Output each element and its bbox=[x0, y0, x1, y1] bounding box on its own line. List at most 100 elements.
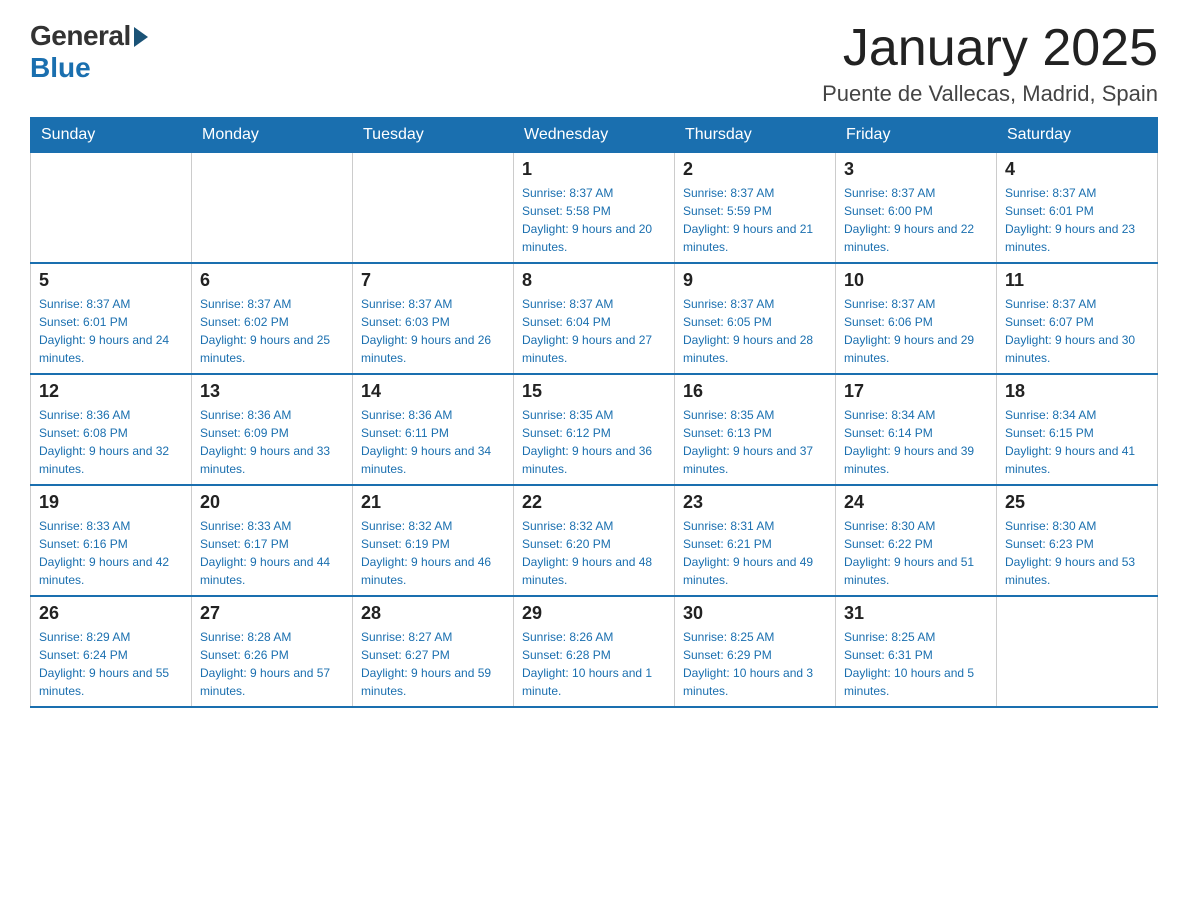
day-number: 11 bbox=[1005, 270, 1149, 291]
day-number: 12 bbox=[39, 381, 183, 402]
day-info: Sunrise: 8:37 AMSunset: 6:01 PMDaylight:… bbox=[1005, 184, 1149, 256]
calendar-header-sunday: Sunday bbox=[31, 118, 192, 153]
calendar-cell: 15 Sunrise: 8:35 AMSunset: 6:12 PMDayligh… bbox=[514, 374, 675, 485]
logo: General Blue bbox=[30, 20, 148, 84]
day-info: Sunrise: 8:33 AMSunset: 6:17 PMDaylight:… bbox=[200, 517, 344, 589]
calendar-cell: 9 Sunrise: 8:37 AMSunset: 6:05 PMDaylight… bbox=[675, 263, 836, 374]
calendar-week-row: 26Sunrise: 8:29 AMSunset: 6:24 PMDayligh… bbox=[31, 596, 1158, 707]
day-info: Sunrise: 8:35 AMSunset: 6:12 PMDaylight:… bbox=[522, 406, 666, 478]
day-info: Sunrise: 8:32 AMSunset: 6:20 PMDaylight:… bbox=[522, 517, 666, 589]
calendar-cell: 26Sunrise: 8:29 AMSunset: 6:24 PMDayligh… bbox=[31, 596, 192, 707]
day-info: Sunrise: 8:34 AMSunset: 6:15 PMDaylight:… bbox=[1005, 406, 1149, 478]
day-number: 25 bbox=[1005, 492, 1149, 513]
day-info: Sunrise: 8:37 AMSunset: 6:06 PMDaylight:… bbox=[844, 295, 988, 367]
day-info: Sunrise: 8:37 AMSunset: 6:07 PMDaylight:… bbox=[1005, 295, 1149, 367]
day-number: 27 bbox=[200, 603, 344, 624]
calendar-header-saturday: Saturday bbox=[997, 118, 1158, 153]
day-number: 15 bbox=[522, 381, 666, 402]
calendar-cell: 10Sunrise: 8:37 AMSunset: 6:06 PMDayligh… bbox=[836, 263, 997, 374]
day-info: Sunrise: 8:25 AMSunset: 6:29 PMDaylight:… bbox=[683, 628, 827, 700]
calendar-cell: 28 Sunrise: 8:27 AMSunset: 6:27 PMDayligh… bbox=[353, 596, 514, 707]
day-number: 9 bbox=[683, 270, 827, 291]
day-info: Sunrise: 8:30 AMSunset: 6:22 PMDaylight:… bbox=[844, 517, 988, 589]
day-number: 8 bbox=[522, 270, 666, 291]
calendar-cell: 17 Sunrise: 8:34 AMSunset: 6:14 PMDayligh… bbox=[836, 374, 997, 485]
calendar-cell: 14 Sunrise: 8:36 AMSunset: 6:11 PMDayligh… bbox=[353, 374, 514, 485]
day-info: Sunrise: 8:36 AMSunset: 6:08 PMDaylight:… bbox=[39, 406, 183, 478]
day-info: Sunrise: 8:34 AMSunset: 6:14 PMDaylight:… bbox=[844, 406, 988, 478]
day-info: Sunrise: 8:37 AMSunset: 5:58 PMDaylight:… bbox=[522, 184, 666, 256]
day-info: Sunrise: 8:33 AMSunset: 6:16 PMDaylight:… bbox=[39, 517, 183, 589]
logo-blue-text: Blue bbox=[30, 52, 91, 84]
calendar-week-row: 1 Sunrise: 8:37 AMSunset: 5:58 PMDaylight… bbox=[31, 153, 1158, 264]
calendar-header-wednesday: Wednesday bbox=[514, 118, 675, 153]
calendar-cell bbox=[353, 153, 514, 264]
calendar-cell: 11 Sunrise: 8:37 AMSunset: 6:07 PMDayligh… bbox=[997, 263, 1158, 374]
calendar-cell: 4 Sunrise: 8:37 AMSunset: 6:01 PMDaylight… bbox=[997, 153, 1158, 264]
calendar-week-row: 12 Sunrise: 8:36 AMSunset: 6:08 PMDayligh… bbox=[31, 374, 1158, 485]
day-info: Sunrise: 8:28 AMSunset: 6:26 PMDaylight:… bbox=[200, 628, 344, 700]
day-number: 17 bbox=[844, 381, 988, 402]
day-info: Sunrise: 8:37 AMSunset: 6:01 PMDaylight:… bbox=[39, 295, 183, 367]
day-info: Sunrise: 8:26 AMSunset: 6:28 PMDaylight:… bbox=[522, 628, 666, 700]
day-number: 22 bbox=[522, 492, 666, 513]
title-section: January 2025 Puente de Vallecas, Madrid,… bbox=[822, 20, 1158, 107]
calendar-cell bbox=[31, 153, 192, 264]
calendar-cell: 8 Sunrise: 8:37 AMSunset: 6:04 PMDaylight… bbox=[514, 263, 675, 374]
page-header: General Blue January 2025 Puente de Vall… bbox=[30, 20, 1158, 107]
calendar-week-row: 5 Sunrise: 8:37 AMSunset: 6:01 PMDaylight… bbox=[31, 263, 1158, 374]
logo-general-text: General bbox=[30, 20, 131, 52]
calendar-table: SundayMondayTuesdayWednesdayThursdayFrid… bbox=[30, 117, 1158, 708]
calendar-cell: 31Sunrise: 8:25 AMSunset: 6:31 PMDayligh… bbox=[836, 596, 997, 707]
day-info: Sunrise: 8:36 AMSunset: 6:11 PMDaylight:… bbox=[361, 406, 505, 478]
day-number: 6 bbox=[200, 270, 344, 291]
day-number: 21 bbox=[361, 492, 505, 513]
calendar-cell: 3 Sunrise: 8:37 AMSunset: 6:00 PMDaylight… bbox=[836, 153, 997, 264]
day-number: 29 bbox=[522, 603, 666, 624]
calendar-cell: 29 Sunrise: 8:26 AMSunset: 6:28 PMDayligh… bbox=[514, 596, 675, 707]
day-info: Sunrise: 8:31 AMSunset: 6:21 PMDaylight:… bbox=[683, 517, 827, 589]
calendar-header-monday: Monday bbox=[192, 118, 353, 153]
calendar-cell: 25Sunrise: 8:30 AMSunset: 6:23 PMDayligh… bbox=[997, 485, 1158, 596]
calendar-header-row: SundayMondayTuesdayWednesdayThursdayFrid… bbox=[31, 118, 1158, 153]
calendar-cell: 6Sunrise: 8:37 AMSunset: 6:02 PMDaylight… bbox=[192, 263, 353, 374]
calendar-cell: 16Sunrise: 8:35 AMSunset: 6:13 PMDayligh… bbox=[675, 374, 836, 485]
day-number: 28 bbox=[361, 603, 505, 624]
day-info: Sunrise: 8:25 AMSunset: 6:31 PMDaylight:… bbox=[844, 628, 988, 700]
day-number: 20 bbox=[200, 492, 344, 513]
day-number: 7 bbox=[361, 270, 505, 291]
calendar-header-thursday: Thursday bbox=[675, 118, 836, 153]
page-subtitle: Puente de Vallecas, Madrid, Spain bbox=[822, 81, 1158, 107]
calendar-header-friday: Friday bbox=[836, 118, 997, 153]
day-info: Sunrise: 8:37 AMSunset: 6:04 PMDaylight:… bbox=[522, 295, 666, 367]
day-info: Sunrise: 8:27 AMSunset: 6:27 PMDaylight:… bbox=[361, 628, 505, 700]
page-title: January 2025 bbox=[822, 20, 1158, 77]
day-number: 24 bbox=[844, 492, 988, 513]
day-info: Sunrise: 8:37 AMSunset: 6:03 PMDaylight:… bbox=[361, 295, 505, 367]
calendar-cell: 2 Sunrise: 8:37 AMSunset: 5:59 PMDaylight… bbox=[675, 153, 836, 264]
day-number: 4 bbox=[1005, 159, 1149, 180]
calendar-cell: 12 Sunrise: 8:36 AMSunset: 6:08 PMDayligh… bbox=[31, 374, 192, 485]
calendar-cell bbox=[997, 596, 1158, 707]
day-number: 19 bbox=[39, 492, 183, 513]
calendar-week-row: 19 Sunrise: 8:33 AMSunset: 6:16 PMDayligh… bbox=[31, 485, 1158, 596]
day-number: 3 bbox=[844, 159, 988, 180]
day-number: 18 bbox=[1005, 381, 1149, 402]
day-info: Sunrise: 8:32 AMSunset: 6:19 PMDaylight:… bbox=[361, 517, 505, 589]
day-number: 14 bbox=[361, 381, 505, 402]
calendar-cell: 13 Sunrise: 8:36 AMSunset: 6:09 PMDayligh… bbox=[192, 374, 353, 485]
calendar-cell: 18 Sunrise: 8:34 AMSunset: 6:15 PMDayligh… bbox=[997, 374, 1158, 485]
day-info: Sunrise: 8:37 AMSunset: 6:00 PMDaylight:… bbox=[844, 184, 988, 256]
day-number: 26 bbox=[39, 603, 183, 624]
calendar-cell: 21 Sunrise: 8:32 AMSunset: 6:19 PMDayligh… bbox=[353, 485, 514, 596]
day-number: 2 bbox=[683, 159, 827, 180]
day-number: 23 bbox=[683, 492, 827, 513]
day-number: 13 bbox=[200, 381, 344, 402]
day-number: 5 bbox=[39, 270, 183, 291]
day-info: Sunrise: 8:37 AMSunset: 5:59 PMDaylight:… bbox=[683, 184, 827, 256]
day-info: Sunrise: 8:37 AMSunset: 6:05 PMDaylight:… bbox=[683, 295, 827, 367]
day-number: 1 bbox=[522, 159, 666, 180]
calendar-cell: 27 Sunrise: 8:28 AMSunset: 6:26 PMDayligh… bbox=[192, 596, 353, 707]
day-info: Sunrise: 8:36 AMSunset: 6:09 PMDaylight:… bbox=[200, 406, 344, 478]
calendar-cell: 20 Sunrise: 8:33 AMSunset: 6:17 PMDayligh… bbox=[192, 485, 353, 596]
